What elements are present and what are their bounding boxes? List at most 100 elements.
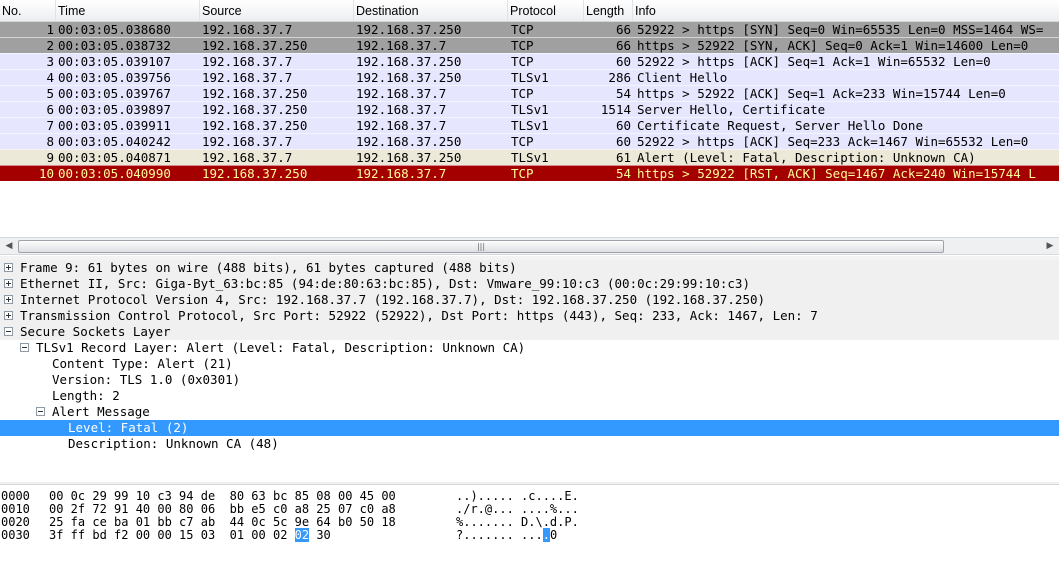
packet-no: 7 [46,118,54,133]
detail-text: Ethernet II, Src: Giga-Byt_63:bc:85 (94:… [20,276,750,291]
packet-bytes-pane: 0000 00 0c 29 99 10 c3 94 de 80 63 bc 85 … [0,486,1059,566]
hex-bytes: 00 2f 72 91 40 00 80 06 bb e5 c0 a8 25 0… [49,502,396,516]
ascii-bytes: ?....... ... [456,528,543,542]
detail-row[interactable]: Alert Message [0,404,1059,420]
packet-protocol: TLSv1 [511,70,549,85]
packet-length: 66 [615,22,631,37]
packet-time: 00:03:05.039107 [58,54,171,69]
packet-list-pane: No. Time Source Destination Protocol Len… [0,0,1059,236]
detail-row[interactable]: TLSv1 Record Layer: Alert (Level: Fatal,… [0,340,1059,356]
column-header-length[interactable]: Length [584,0,633,22]
detail-text: Frame 9: 61 bytes on wire (488 bits), 61… [20,260,517,275]
packet-time: 00:03:05.039911 [58,118,171,133]
expand-icon[interactable] [4,279,13,288]
collapse-icon[interactable] [20,343,29,352]
packet-row[interactable]: 4 00:03:05.039756 192.168.37.7 192.168.37.2… [0,69,1059,85]
bytes-hex[interactable]: 00 2f 72 91 40 00 80 06 bb e5 c0 a8 25 0… [49,502,396,516]
packet-length: 66 [615,38,631,53]
ascii-bytes: %....... D.\.d.P. [456,515,579,529]
hex-bytes: 3f ff bd f2 00 00 15 03 01 00 02 [49,528,295,542]
bytes-hex[interactable]: 3f ff bd f2 00 00 15 03 01 00 02 02 30 [49,528,331,542]
bytes-offset: 0020 [1,515,30,529]
hex-bytes: 30 [309,528,331,542]
packet-length: 1514 [600,102,631,117]
packet-row[interactable]: 9 00:03:05.040871 192.168.37.7 192.168.37.2… [0,149,1059,165]
bytes-ascii[interactable]: %....... D.\.d.P. [456,515,579,529]
packet-length: 60 [615,118,631,133]
packet-row[interactable]: 10 00:03:05.040990 192.168.37.250 192.168.3… [0,165,1059,181]
detail-row[interactable]: Secure Sockets Layer [0,324,1059,340]
detail-row[interactable]: Content Type: Alert (21) [0,356,1059,372]
expand-icon[interactable] [4,263,13,272]
collapse-icon[interactable] [36,407,45,416]
ascii-bytes: ./r.@... ....%... [456,502,579,516]
detail-text: Description: Unknown CA (48) [68,436,279,451]
scrollbar-thumb[interactable]: ||| [18,240,944,253]
detail-row[interactable]: Internet Protocol Version 4, Src: 192.16… [0,292,1059,308]
bytes-ascii[interactable]: ..)..... .c....E. [456,489,579,503]
expand-icon[interactable] [4,311,13,320]
packet-row[interactable]: 7 00:03:05.039911 192.168.37.250 192.168.37… [0,117,1059,133]
packet-row[interactable]: 8 00:03:05.040242 192.168.37.7 192.168.37.2… [0,133,1059,149]
packet-source: 192.168.37.7 [202,54,293,69]
column-header-destination[interactable]: Destination [354,0,508,22]
packet-no: 4 [46,70,54,85]
packet-info: Server Hello, Certificate [637,102,826,117]
detail-row[interactable]: Length: 2 [0,388,1059,404]
column-header-info[interactable]: Info [633,0,1059,22]
packet-time: 00:03:05.040871 [58,150,171,165]
packet-row[interactable]: 5 00:03:05.039767 192.168.37.250 192.168.37… [0,85,1059,101]
packet-source: 192.168.37.250 [202,118,308,133]
packet-details-pane: Frame 9: 61 bytes on wire (488 bits), 61… [0,260,1059,482]
packet-time: 00:03:05.039897 [58,102,171,117]
horizontal-scrollbar[interactable]: ◀ ||| ▶ [0,237,1059,255]
detail-row-selected[interactable]: Level: Fatal (2) [0,420,1059,436]
packet-no: 5 [46,86,54,101]
column-header-protocol[interactable]: Protocol [508,0,584,22]
packet-no: 6 [46,102,54,117]
packet-source: 192.168.37.250 [202,86,308,101]
expand-icon[interactable] [4,295,13,304]
packet-source: 192.168.37.7 [202,150,293,165]
detail-row[interactable]: Description: Unknown CA (48) [0,436,1059,452]
packet-info: 52922 > https [ACK] Seq=1 Ack=1 Win=6553… [637,54,991,69]
packet-source: 192.168.37.250 [202,102,308,117]
packet-row[interactable]: 3 00:03:05.039107 192.168.37.7 192.168.37.2… [0,53,1059,69]
packet-row[interactable]: 2 00:03:05.038732 192.168.37.250 192.168.37… [0,37,1059,53]
scrollbar-grip-icon: ||| [476,242,486,251]
column-header-no[interactable]: No. [0,0,56,22]
packet-time: 00:03:05.038680 [58,22,171,37]
packet-row[interactable]: 6 00:03:05.039897 192.168.37.250 192.168.37… [0,101,1059,117]
packet-protocol: TCP [511,22,534,37]
ascii-bytes: 0 [549,528,558,542]
collapse-icon[interactable] [4,327,13,336]
scroll-right-arrow-icon[interactable]: ▶ [1042,238,1058,254]
detail-row[interactable]: Ethernet II, Src: Giga-Byt_63:bc:85 (94:… [0,276,1059,292]
bytes-hex[interactable]: 00 0c 29 99 10 c3 94 de 80 63 bc 85 08 0… [49,489,396,503]
detail-text: Internet Protocol Version 4, Src: 192.16… [20,292,766,307]
packet-source: 192.168.37.7 [202,22,293,37]
packet-no: 9 [46,150,54,165]
detail-row[interactable]: Version: TLS 1.0 (0x0301) [0,372,1059,388]
column-header-time[interactable]: Time [56,0,200,22]
bytes-offset: 0000 [1,489,30,503]
packet-destination: 192.168.37.250 [356,54,462,69]
packet-length: 54 [615,166,631,181]
packet-destination: 192.168.37.7 [356,38,447,53]
packet-destination: 192.168.37.7 [356,102,447,117]
packet-protocol: TCP [511,54,534,69]
bytes-offset: 0030 [1,528,30,542]
bytes-hex[interactable]: 25 fa ce ba 01 bb c7 ab 44 0c 5c 9e 64 b… [49,515,396,529]
column-header-source[interactable]: Source [200,0,354,22]
bytes-offset: 0010 [1,502,30,516]
detail-row[interactable]: Transmission Control Protocol, Src Port:… [0,308,1059,324]
scroll-left-arrow-icon[interactable]: ◀ [1,238,17,254]
packet-protocol: TCP [511,134,534,149]
bytes-ascii[interactable]: ./r.@... ....%... [456,502,579,516]
packet-row[interactable]: 1 00:03:05.038680 192.168.37.7 192.168.37.2… [0,21,1059,37]
packet-protocol: TCP [511,38,534,53]
detail-row[interactable]: Frame 9: 61 bytes on wire (488 bits), 61… [0,260,1059,276]
packet-info: https > 52922 [RST, ACK] Seq=1467 Ack=24… [637,166,1036,181]
pane-splitter-bottom[interactable] [0,482,1059,485]
bytes-ascii[interactable]: ?....... ....0 [456,528,557,542]
